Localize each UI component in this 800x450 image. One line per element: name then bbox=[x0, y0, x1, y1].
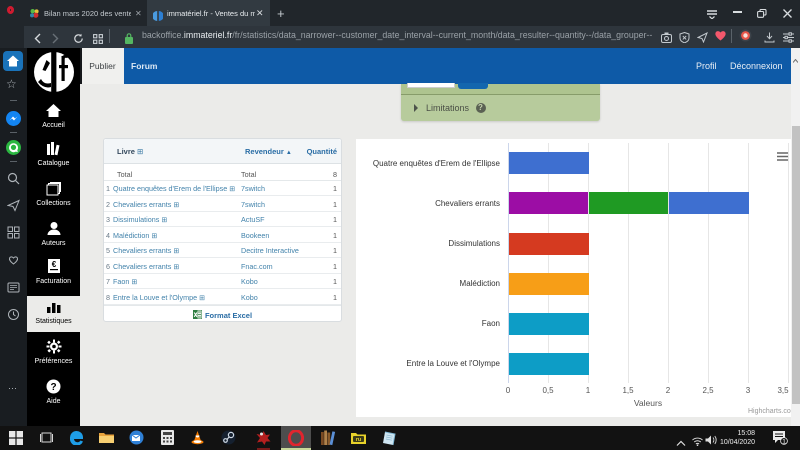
svg-text:€: € bbox=[51, 260, 56, 269]
svg-text:ru: ru bbox=[356, 437, 362, 443]
svg-text:1: 1 bbox=[782, 438, 786, 445]
svg-text:?: ? bbox=[50, 382, 56, 393]
